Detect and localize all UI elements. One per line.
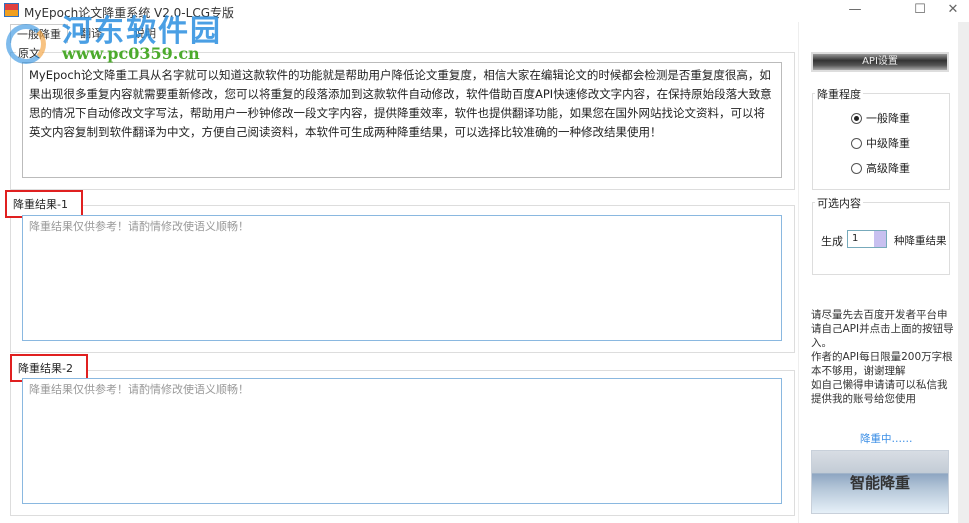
generate-suffix: 种降重结果	[894, 235, 947, 247]
info-line: 作者的API每日限量200万字根本不够用，谢谢理解	[811, 351, 953, 377]
radio-label: 一般降重	[866, 112, 910, 125]
radio-checked-icon	[851, 112, 862, 124]
smart-reduce-button[interactable]: 智能降重	[811, 450, 949, 514]
maximize-button[interactable]: ☐	[905, 2, 935, 20]
watermark-url: www.pc0359.cn	[62, 44, 200, 63]
radio-general[interactable]: 一般降重	[851, 110, 910, 126]
generate-prefix: 生成	[821, 235, 843, 248]
info-line: 请尽量先去百度开发者平台申请自己API并点击上面的按钮导入。	[811, 309, 954, 349]
radio-label: 中级降重	[866, 137, 910, 150]
status-text: 降重中……	[860, 433, 913, 445]
stepper-arrows-icon[interactable]	[874, 231, 886, 247]
app-icon	[4, 3, 19, 17]
close-button[interactable]: ✕	[938, 2, 968, 20]
api-settings-button[interactable]: API设置	[811, 52, 949, 72]
result2-textarea[interactable]: 降重结果仅供参考！请酌情修改使语义顺畅！	[22, 378, 782, 504]
level-label: 降重程度	[815, 86, 863, 102]
radio-medium[interactable]: 中级降重	[851, 135, 910, 151]
result1-label: 降重结果-1	[5, 190, 83, 218]
info-line: 如自己懒得申请请可以私信我提供我的账号给您使用	[811, 379, 948, 405]
scrollbar-track	[958, 22, 969, 523]
result1-textarea[interactable]: 降重结果仅供参考！请酌情修改使语义顺畅！	[22, 215, 782, 341]
radio-label: 高级降重	[866, 162, 910, 175]
original-textarea[interactable]: MyEpoch论文降重工具从名字就可以知道这款软件的功能就是帮助用户降低论文重复…	[22, 62, 782, 178]
minimize-button[interactable]: —	[840, 2, 870, 20]
radio-unchecked-icon	[851, 162, 862, 174]
watermark-logo-icon	[6, 24, 46, 64]
info-text: 请尽量先去百度开发者平台申请自己API并点击上面的按钮导入。 作者的API每日限…	[811, 308, 957, 406]
radio-advanced[interactable]: 高级降重	[851, 160, 910, 176]
optional-label: 可选内容	[815, 195, 863, 211]
radio-unchecked-icon	[851, 137, 862, 149]
